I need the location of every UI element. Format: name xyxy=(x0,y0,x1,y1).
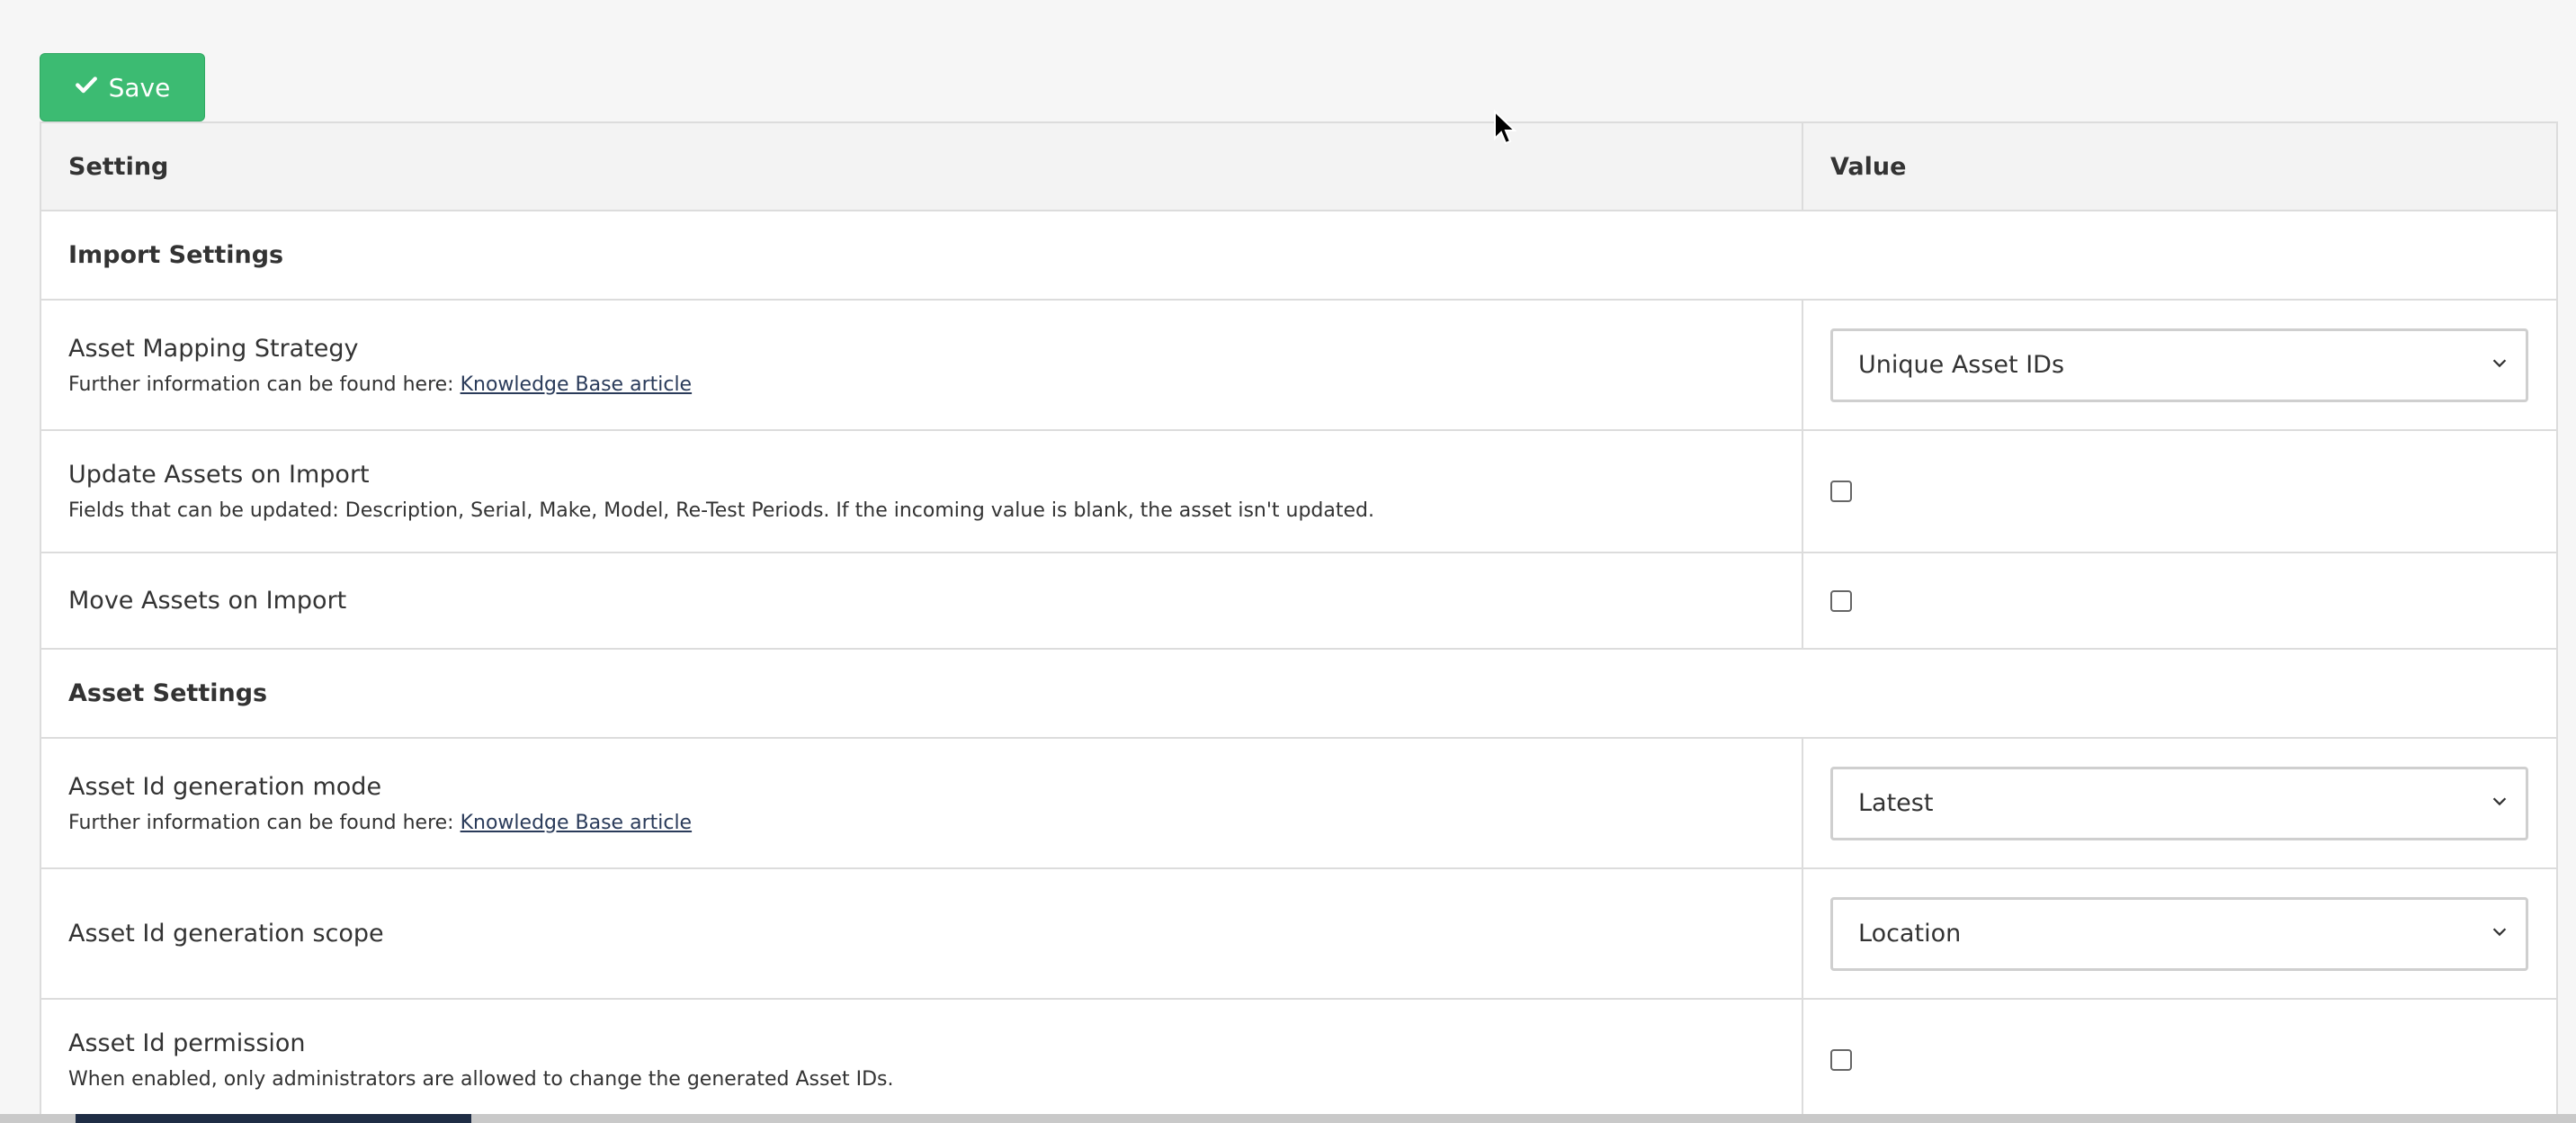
setting-row-move-assets-on-import: Move Assets on Import xyxy=(41,553,2556,650)
chevron-down-icon xyxy=(2490,920,2509,948)
section-asset-settings: Asset Settings xyxy=(41,650,2556,739)
setting-title: Asset Id generation scope xyxy=(68,920,384,948)
move-assets-on-import-checkbox[interactable] xyxy=(1830,589,1852,612)
save-button[interactable]: Save xyxy=(40,53,205,121)
setting-description: Fields that can be updated: Description,… xyxy=(68,499,1374,522)
asset-mapping-strategy-select[interactable]: Unique Asset IDs xyxy=(1830,328,2528,402)
setting-description: Further information can be found here: K… xyxy=(68,373,693,396)
setting-row-update-assets-on-import: Update Assets on Import Fields that can … xyxy=(41,431,2556,553)
setting-title: Update Assets on Import xyxy=(68,461,370,489)
asset-id-permission-checkbox[interactable] xyxy=(1830,1049,1852,1071)
setting-row-asset-id-permission: Asset Id permission When enabled, only a… xyxy=(41,1000,2556,1122)
setting-description: Further information can be found here: K… xyxy=(68,811,693,834)
setting-title: Asset Mapping Strategy xyxy=(68,334,359,363)
select-value: Unique Asset IDs xyxy=(1858,351,2065,379)
setting-title: Asset Id generation mode xyxy=(68,772,382,801)
chevron-down-icon xyxy=(2490,351,2509,379)
asset-id-generation-scope-select[interactable]: Location xyxy=(1830,896,2528,971)
header-setting: Setting xyxy=(41,123,1803,210)
asset-id-generation-mode-select[interactable]: Latest xyxy=(1830,766,2528,840)
checkmark-icon xyxy=(75,73,98,103)
bottom-strip-indicator xyxy=(76,1114,471,1123)
select-value: Location xyxy=(1858,920,1962,948)
save-button-label: Save xyxy=(108,72,171,103)
setting-title: Asset Id permission xyxy=(68,1029,306,1057)
chevron-down-icon xyxy=(2490,789,2509,817)
mouse-cursor-icon xyxy=(1493,109,1518,146)
update-assets-on-import-checkbox[interactable] xyxy=(1830,481,1852,502)
header-value: Value xyxy=(1830,152,1907,181)
setting-row-asset-id-generation-scope: Asset Id generation scope Location xyxy=(41,869,2556,1000)
settings-table: Setting Value Import Settings Asset Mapp… xyxy=(40,121,2558,1123)
table-header: Setting Value xyxy=(41,123,2556,211)
settings-page: Save Setting Value Import Settings Asset… xyxy=(0,0,2576,1123)
knowledge-base-link[interactable]: Knowledge Base article xyxy=(461,373,693,396)
setting-row-asset-mapping-strategy: Asset Mapping Strategy Further informati… xyxy=(41,301,2556,431)
setting-title: Move Assets on Import xyxy=(68,587,347,615)
bottom-scroll-strip xyxy=(0,1114,2576,1123)
select-value: Latest xyxy=(1858,789,1934,817)
section-import-settings: Import Settings xyxy=(41,211,2556,301)
knowledge-base-link[interactable]: Knowledge Base article xyxy=(461,812,693,834)
setting-row-asset-id-generation-mode: Asset Id generation mode Further informa… xyxy=(41,739,2556,869)
setting-description: When enabled, only administrators are al… xyxy=(68,1068,894,1091)
